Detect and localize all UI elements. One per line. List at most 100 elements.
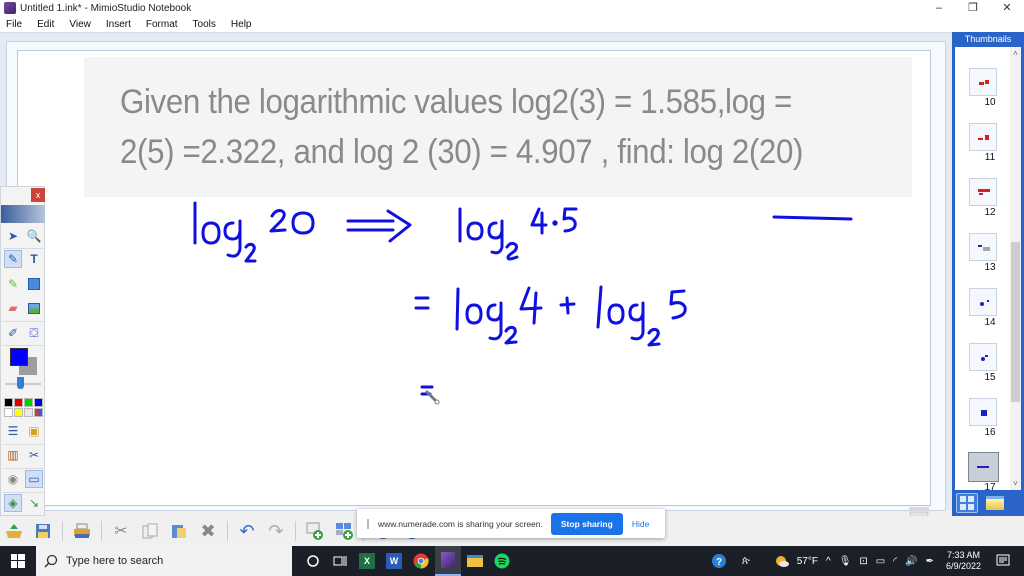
hide-button[interactable]: Hide <box>632 519 649 529</box>
cortana-icon[interactable] <box>300 546 326 576</box>
add-page-icon[interactable] <box>305 521 325 541</box>
close-button[interactable]: ✕ <box>990 0 1024 16</box>
maximize-button[interactable]: ❐ <box>956 0 990 16</box>
screen-share-tray-icon[interactable]: ⊡ <box>859 556 867 567</box>
tools-icon[interactable]: ✂ <box>25 446 43 464</box>
gallery-folder-icon[interactable] <box>986 496 1004 510</box>
highlighter-tool-icon[interactable]: ✎ <box>4 275 22 293</box>
select-tool-icon[interactable]: ➤ <box>4 227 22 245</box>
ink-log2-20 <box>193 201 315 263</box>
scroll-up-icon[interactable]: ˄ <box>1010 49 1021 58</box>
menu-file[interactable]: File <box>6 19 22 30</box>
notifications-icon[interactable] <box>990 546 1016 576</box>
weather-icon[interactable] <box>769 546 795 576</box>
redo-icon[interactable]: ↷ <box>266 521 286 541</box>
palette-yellow[interactable] <box>14 408 23 417</box>
thumbnail-page-14[interactable] <box>969 288 997 316</box>
open-file-icon[interactable] <box>4 521 24 541</box>
thumbnails-scrollbar[interactable]: ˄ ˅ <box>1010 47 1021 490</box>
toolbox-close-button[interactable]: x <box>31 188 45 202</box>
applications-icon[interactable]: ▥ <box>4 446 22 464</box>
stop-sharing-button[interactable]: Stop sharing <box>550 512 623 535</box>
thumbnail-label: 13 <box>984 262 996 273</box>
pen-tray-icon[interactable]: ✒ <box>926 556 934 567</box>
menu-view[interactable]: View <box>69 19 91 30</box>
mimio-view-icon[interactable]: ↘ <box>25 494 43 512</box>
undo-icon[interactable]: ↶ <box>237 521 257 541</box>
window-title: Untitled 1.ink* - MimioStudio Notebook <box>20 2 192 14</box>
paste-icon[interactable] <box>169 521 189 541</box>
excel-icon[interactable]: X <box>354 546 380 576</box>
recorder-icon[interactable]: ◉ <box>4 470 22 488</box>
handwriting-ink-layer <box>193 201 853 405</box>
ink-log2-4-5 <box>458 207 578 261</box>
eraser-tool-icon[interactable]: ▰ <box>4 299 22 317</box>
taskbar-search-box[interactable]: Type here to search <box>36 546 292 576</box>
screen-capture-icon[interactable]: ▭ <box>25 470 43 488</box>
wifi-icon[interactable]: ◜ <box>893 556 897 567</box>
start-button[interactable] <box>0 546 36 576</box>
copy-icon[interactable] <box>140 521 160 541</box>
task-view-icon[interactable] <box>327 546 353 576</box>
thumbnail-page-12[interactable] <box>969 178 997 206</box>
menu-tools[interactable]: Tools <box>193 19 216 30</box>
show-hidden-icons[interactable]: ^ <box>826 556 831 567</box>
thumbnail-page-15[interactable] <box>969 343 997 371</box>
thumbnail-page-17-selected[interactable] <box>968 452 999 482</box>
battery-icon[interactable]: ▭ <box>876 556 885 567</box>
interactive-mode-icon[interactable]: ◈ <box>4 494 22 512</box>
menu-insert[interactable]: Insert <box>106 19 131 30</box>
gallery-icon[interactable]: ▣ <box>25 422 43 440</box>
thumbnail-page-13[interactable] <box>969 233 997 261</box>
palette-red[interactable] <box>14 398 23 407</box>
print-icon[interactable] <box>72 521 92 541</box>
delete-icon[interactable]: ✖ <box>198 521 218 541</box>
thumbnail-page-11[interactable] <box>969 123 997 151</box>
scroll-down-icon[interactable]: ˅ <box>1010 479 1021 488</box>
minimize-button[interactable]: – <box>922 0 956 16</box>
chrome-icon[interactable] <box>408 546 434 576</box>
image-tool-icon[interactable] <box>25 299 43 317</box>
zoom-tool-icon[interactable]: 🔍 <box>25 227 43 245</box>
line-style-icon[interactable]: ☰ <box>4 422 22 440</box>
thumbnail-page-10[interactable] <box>969 68 997 96</box>
palette-black[interactable] <box>4 398 13 407</box>
thumbnails-panel: Thumbnails 10 11 12 13 14 15 16 17 ˄ ˅ <box>952 32 1024 516</box>
help-icon[interactable]: ? <box>706 546 732 576</box>
palette-transparent[interactable] <box>24 408 33 417</box>
volume-icon[interactable]: 🔊 <box>905 556 917 567</box>
menu-edit[interactable]: Edit <box>37 19 54 30</box>
thumbnail-label: 14 <box>984 317 996 328</box>
word-icon[interactable]: W <box>381 546 407 576</box>
menu-help[interactable]: Help <box>231 19 252 30</box>
drag-handle-icon[interactable] <box>367 518 369 529</box>
duplicate-page-icon[interactable] <box>334 521 354 541</box>
pen-tool-icon[interactable]: ✎ <box>4 250 22 268</box>
thickness-slider-handle[interactable] <box>17 377 24 389</box>
palette-blue[interactable] <box>34 398 43 407</box>
fill-tool-icon[interactable]: ⛋ <box>25 324 43 342</box>
ink-underline <box>772 215 853 221</box>
save-icon[interactable] <box>33 521 53 541</box>
menu-format[interactable]: Format <box>146 19 178 30</box>
thumbnails-view-icon[interactable] <box>956 493 978 513</box>
spotify-icon[interactable] <box>489 546 515 576</box>
notebook-canvas[interactable]: Given the logarithmic values log2(3) = 1… <box>17 50 931 506</box>
thumbnail-page-16[interactable] <box>969 398 997 426</box>
palette-white[interactable] <box>4 408 13 417</box>
palette-more-colors[interactable] <box>34 408 43 417</box>
current-color-swatch[interactable] <box>10 348 28 366</box>
text-tool-icon[interactable]: T <box>25 250 43 268</box>
thumbnail-label: 12 <box>984 207 996 218</box>
cut-icon[interactable]: ✂ <box>111 521 131 541</box>
mimiostudio-taskbar-icon[interactable] <box>435 546 461 576</box>
scrollbar-thumb[interactable] <box>1011 242 1020 402</box>
share-message: www.numerade.com is sharing your screen. <box>378 518 543 529</box>
microphone-icon[interactable]: 🎙 <box>839 556 852 567</box>
shape-tool-icon[interactable] <box>25 275 43 293</box>
eyedropper-tool-icon[interactable]: ✐ <box>4 324 22 342</box>
palette-green[interactable] <box>24 398 33 407</box>
clock[interactable]: 7:33 AM 6/9/2022 <box>946 550 981 572</box>
file-explorer-icon[interactable] <box>462 546 488 576</box>
people-icon[interactable]: ጵ <box>733 546 759 576</box>
